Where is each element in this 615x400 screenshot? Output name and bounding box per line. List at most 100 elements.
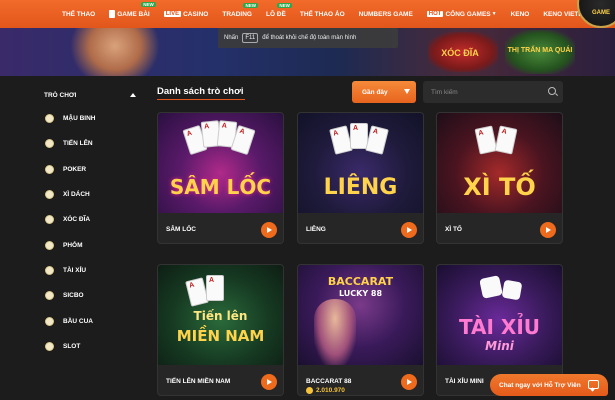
play-icon: [407, 227, 412, 233]
sidebar-item-slot[interactable]: SLOT: [40, 334, 140, 359]
game-name: XÌ TỐ: [445, 226, 462, 233]
game-card-lieng[interactable]: A A A LIÊNG LIÊNG: [297, 112, 424, 244]
radio-icon: [45, 215, 54, 225]
play-button[interactable]: [401, 374, 417, 390]
playing-card-image: A: [365, 125, 389, 155]
game-art-title: TÀI XỈU: [458, 315, 541, 339]
search-icon[interactable]: [548, 87, 556, 95]
game-card-sam-loc[interactable]: A A A A SÂM LỐC SÂM LỐC: [157, 112, 284, 244]
new-badge: NEW: [277, 2, 292, 8]
play-icon: [267, 227, 272, 233]
play-icon: [267, 379, 272, 385]
chevron-up-icon: [130, 93, 136, 97]
sidebar-item-tien-len[interactable]: TIẾN LÊN: [40, 131, 140, 156]
game-card-baccarat-88[interactable]: BACCARAT LUCKY 88 BACCARAT 88 2.010.970: [297, 264, 424, 396]
game-art-title: SÂM LỐC: [169, 175, 272, 199]
game-thumbnail: A A XÌ TỐ: [437, 113, 562, 213]
nav-label: CỔNG GAMES: [445, 10, 491, 18]
dice-icon: [501, 279, 523, 301]
play-button[interactable]: [261, 222, 277, 238]
sidebar-item-phom[interactable]: PHỎM: [40, 232, 140, 257]
radio-icon: [45, 291, 54, 301]
nav-label: KENO: [510, 10, 530, 18]
playing-card-image: A: [206, 275, 224, 301]
sidebar-item-label: TIẾN LÊN: [63, 140, 93, 148]
nav-label: CASINO: [183, 10, 209, 18]
game-thumbnail: BACCARAT LUCKY 88: [298, 265, 423, 365]
nav-label: NUMBERS GAME: [358, 10, 413, 18]
sidebar-item-sicbo[interactable]: SICBO: [40, 283, 140, 308]
nav-item-casino[interactable]: LIVE CASINO: [163, 10, 209, 18]
game-thumbnail: A A A A SÂM LỐC: [158, 113, 283, 213]
sidebar-item-label: MẬU BINH: [63, 115, 96, 123]
game-thumbnail: A A Tiến lên MIỀN NAM: [158, 265, 283, 365]
nav-item-cong-games[interactable]: HOT CỔNG GAMES ▼: [426, 10, 497, 18]
play-button[interactable]: [261, 374, 277, 390]
jackpot-value: 2.010.970: [316, 387, 345, 395]
game-art-title: Tiến lên: [193, 309, 248, 323]
sidebar-item-xoc-dia[interactable]: XÓC ĐĨA: [40, 207, 140, 232]
search-input[interactable]: [423, 81, 563, 103]
radio-icon: [45, 265, 54, 275]
cards-icon: [109, 10, 116, 18]
sidebar-item-mau-binh[interactable]: MẬU BINH: [40, 106, 140, 131]
sidebar-item-bau-cua[interactable]: BẦU CUA: [40, 308, 140, 333]
sidebar-item-tai-xiu[interactable]: TÀI XỈU: [40, 258, 140, 283]
nav-label: GAME BÀI: [117, 10, 150, 18]
playing-card-image: A: [494, 125, 518, 155]
hot-badge: HOT: [426, 11, 444, 17]
xoc-dia-promo-text: XÓC ĐĨA: [441, 48, 479, 58]
sidebar-heading[interactable]: TRÒ CHƠI: [40, 84, 140, 106]
game-name: LIÊNG: [306, 226, 326, 233]
dealer-image: [314, 299, 356, 365]
nav-item-keno[interactable]: KENO: [511, 11, 530, 18]
nav-label: THỂ THAO: [62, 10, 96, 18]
title-underline: [157, 99, 245, 100]
radio-icon: [45, 190, 54, 200]
nav-label: LÔ ĐỀ: [265, 10, 286, 18]
game-name: TIẾN LÊN MIỀN NAM: [166, 378, 231, 385]
game-name: TÀI XỈU MINI: [445, 378, 484, 385]
game-thumbnail: TÀI XỈU Mini: [437, 265, 562, 365]
game-card-tien-len-mien-nam[interactable]: A A Tiến lên MIỀN NAM TIẾN LÊN MIỀN NAM: [157, 264, 284, 396]
game-art-subtitle: MIỀN NAM: [176, 327, 265, 345]
game-logo-text: GAME: [592, 10, 610, 16]
nav-item-the-thao[interactable]: THỂ THAO: [62, 11, 95, 18]
chat-bubble-icon: [588, 380, 599, 389]
chat-label: Chat ngay với Hỗ Trợ Viên: [499, 381, 581, 389]
sort-dropdown[interactable]: Gần đây: [352, 81, 416, 103]
tip-suffix: để thoát khỏi chế độ toàn màn hình: [262, 35, 357, 41]
game-name: BACCARAT 88: [306, 378, 352, 385]
game-art-title: BACCARAT: [327, 275, 394, 288]
sidebar-item-label: PHỎM: [63, 241, 83, 249]
support-chat-button[interactable]: Chat ngay với Hỗ Trợ Viên: [490, 374, 608, 396]
game-art-title: LIÊNG: [323, 175, 398, 200]
game-card-xi-to[interactable]: A A XÌ TỐ XÌ TỐ: [436, 112, 563, 244]
new-badge: NEW: [243, 2, 258, 8]
play-button[interactable]: [540, 222, 556, 238]
play-icon: [407, 379, 412, 385]
nav-item-lo-de[interactable]: LÔ ĐỀ NEW: [265, 2, 292, 18]
game-name: SÂM LỐC: [166, 226, 196, 233]
radio-icon: [45, 139, 54, 149]
sidebar-item-label: XÌ DÁCH: [63, 191, 90, 199]
chevron-down-icon: ▼: [491, 11, 497, 17]
dice-icon: [479, 275, 503, 299]
nav-item-trading[interactable]: TRADING NEW: [222, 2, 258, 18]
banner-model-image: [70, 28, 160, 76]
fullscreen-tooltip: Nhấn F11 để thoát khỏi chế độ toàn màn h…: [218, 28, 398, 48]
nav-item-the-thao-ao[interactable]: THỂ THAO ẢO: [300, 11, 345, 18]
sidebar-item-label: TÀI XỈU: [63, 266, 87, 274]
live-badge: LIVE: [163, 11, 182, 17]
nav-item-numbers-game[interactable]: NUMBERS GAME: [359, 11, 413, 18]
sidebar-heading-label: TRÒ CHƠI: [44, 91, 77, 99]
nav-label: THỂ THAO ẢO: [299, 10, 345, 18]
play-button[interactable]: [401, 222, 417, 238]
jackpot-amount: 2.010.970: [306, 387, 345, 394]
radio-icon: [45, 341, 54, 351]
nav-item-game-bai[interactable]: GAME BÀI NEW: [109, 2, 156, 18]
top-nav: THỂ THAO GAME BÀI NEW LIVE CASINO TRADIN…: [0, 0, 615, 28]
sidebar-item-xi-dach[interactable]: XÌ DÁCH: [40, 182, 140, 207]
sidebar-item-poker[interactable]: POKER: [40, 157, 140, 182]
game-art-subtitle: Mini: [485, 339, 514, 353]
